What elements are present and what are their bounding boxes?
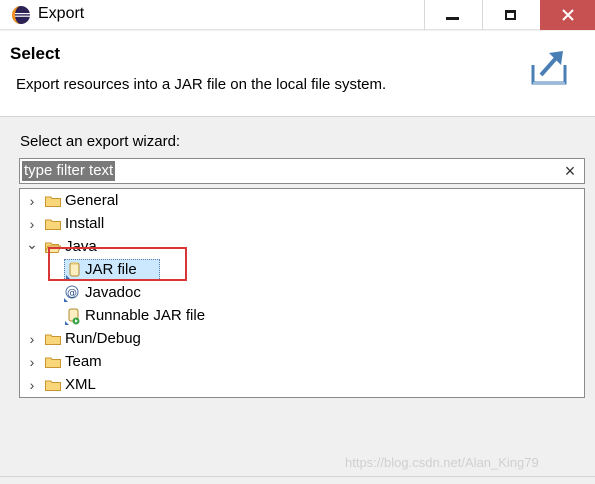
close-button[interactable]: [540, 0, 595, 30]
tree-item-label: Team: [65, 353, 102, 370]
close-icon: [561, 9, 574, 21]
watermark-text: https://blog.csdn.net/Alan_King79: [345, 455, 539, 470]
tree-item-team[interactable]: › Team: [20, 351, 584, 374]
folder-icon: [45, 357, 61, 368]
page-description: Export resources into a JAR file on the …: [16, 76, 387, 93]
maximize-icon: [505, 10, 516, 20]
folder-icon: [45, 334, 61, 345]
runnable-jar-icon: [65, 308, 80, 325]
minimize-button[interactable]: [424, 0, 480, 30]
tree-item-install[interactable]: › Install: [20, 213, 584, 236]
wizard-prompt: Select an export wizard:: [20, 133, 181, 150]
folder-icon: [45, 196, 61, 207]
svg-text:@: @: [67, 288, 77, 299]
chevron-right-icon[interactable]: ›: [26, 378, 38, 392]
tree-item-label: Run/Debug: [65, 330, 141, 347]
chevron-right-icon[interactable]: ›: [26, 332, 38, 346]
eclipse-logo-icon: [12, 6, 30, 24]
divider: [0, 476, 595, 477]
folder-icon: [45, 380, 61, 391]
javadoc-icon: @: [64, 285, 79, 302]
chevron-right-icon[interactable]: ›: [26, 355, 38, 369]
tree-item-general[interactable]: › General: [20, 190, 584, 213]
chevron-down-icon[interactable]: ⌄: [26, 237, 38, 251]
tree-item-xml[interactable]: › XML: [20, 374, 584, 397]
filter-field[interactable]: type filter text ×: [19, 158, 585, 184]
tree-item-javadoc[interactable]: @ Javadoc: [20, 282, 584, 305]
wizard-header: Select Export resources into a JAR file …: [0, 31, 595, 117]
tree-item-run-debug[interactable]: › Run/Debug: [20, 328, 584, 351]
chevron-right-icon[interactable]: ›: [26, 194, 38, 208]
filter-input[interactable]: type filter text: [22, 161, 116, 181]
chevron-right-icon[interactable]: ›: [26, 217, 38, 231]
tree-item-label: Install: [65, 215, 105, 232]
minimize-icon: [446, 16, 459, 20]
annotation-highlight-box: [48, 247, 187, 281]
tree-item-label: Javadoc: [85, 284, 141, 301]
wizard-tree[interactable]: › General › Install ⌄ Java JAR file @ Ja…: [19, 188, 585, 398]
tree-item-label: Runnable JAR file: [85, 307, 206, 324]
folder-icon: [45, 219, 61, 230]
page-title: Select: [10, 44, 61, 63]
tree-item-label: General: [65, 192, 119, 209]
window-title: Export: [38, 5, 85, 22]
clear-filter-icon[interactable]: ×: [560, 161, 580, 181]
tree-item-runnable-jar[interactable]: Runnable JAR file: [20, 305, 584, 328]
tree-item-label: XML: [65, 376, 96, 393]
maximize-button[interactable]: [482, 0, 538, 30]
export-banner-icon: [531, 51, 567, 85]
title-bar: Export: [0, 0, 595, 30]
